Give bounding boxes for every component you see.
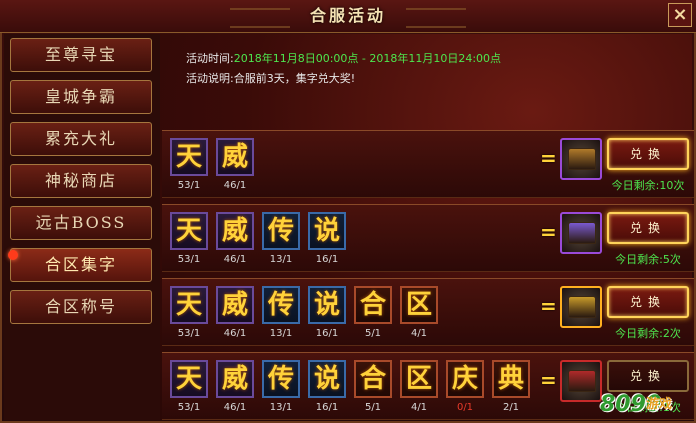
activity-description-value: 合服前3天，集字兑大奖! (233, 72, 356, 85)
sidebar-item-collect-characters[interactable]: 合区集字 (10, 248, 152, 282)
chest-icon (568, 148, 596, 170)
notification-dot-icon (8, 250, 18, 260)
equals-sign: = (540, 294, 557, 318)
equals-sign: = (540, 368, 557, 392)
character-count: 5/1 (364, 328, 382, 339)
exchange-button[interactable]: 兑换 (607, 360, 689, 392)
character-tile: 传 (262, 360, 300, 398)
sidebar-item-server-title[interactable]: 合区称号 (10, 290, 152, 324)
character-count: 4/1 (410, 402, 428, 413)
close-icon: × (672, 4, 688, 25)
remaining-count: 今日剩余:5次 (615, 253, 681, 266)
character-count: 13/1 (269, 402, 293, 413)
character-tile: 天 (170, 360, 208, 398)
sidebar-item-ancient-boss[interactable]: 远古BOSS (10, 206, 152, 240)
equals-sign: = (540, 146, 557, 170)
activity-time: 活动时间:2018年11月8日00:00点 - 2018年11月10日24:00… (186, 50, 501, 66)
character-tile: 威 (216, 138, 254, 176)
character-count: 46/1 (223, 402, 247, 413)
window-title: 合服活动 (309, 6, 386, 25)
remaining-count: 今日剩余:10次 (611, 179, 685, 192)
character-count: 46/1 (223, 254, 247, 265)
character-count: 53/1 (177, 254, 201, 265)
reward-chest-icon[interactable] (560, 360, 602, 402)
sidebar-item-royal-battle[interactable]: 皇城争霸 (10, 80, 152, 114)
character-count: 0/1 (456, 402, 474, 413)
character-tile: 传 (262, 212, 300, 250)
character-tile: 说 (308, 360, 346, 398)
character-tile: 典 (492, 360, 530, 398)
character-count: 16/1 (315, 328, 339, 339)
character-count: 46/1 (223, 328, 247, 339)
remaining-count: 今日剩余:2次 (615, 327, 681, 340)
character-count: 53/1 (177, 328, 201, 339)
activity-time-value: 2018年11月8日00:00点 - 2018年11月10日24:00点 (233, 52, 502, 65)
activity-time-label: 活动时间: (186, 52, 234, 65)
character-tile: 说 (308, 286, 346, 324)
character-count: 53/1 (177, 180, 201, 191)
character-count: 4/1 (410, 328, 428, 339)
character-count: 2/1 (502, 402, 520, 413)
activity-description: 活动说明:合服前3天，集字兑大奖! (186, 70, 355, 86)
character-count: 5/1 (364, 402, 382, 413)
chest-icon (568, 222, 596, 244)
equals-sign: = (540, 220, 557, 244)
reward-chest-icon[interactable] (560, 138, 602, 180)
character-count: 13/1 (269, 328, 293, 339)
sidebar-item-recharge-gift[interactable]: 累充大礼 (10, 122, 152, 156)
chest-icon (568, 370, 596, 392)
character-tile: 威 (216, 212, 254, 250)
character-count: 53/1 (177, 402, 201, 413)
character-tile: 传 (262, 286, 300, 324)
exchange-button[interactable]: 兑换 (607, 138, 689, 170)
sidebar-item-mystery-shop[interactable]: 神秘商店 (10, 164, 152, 198)
character-tile: 天 (170, 286, 208, 324)
reward-chest-icon[interactable] (560, 286, 602, 328)
reward-chest-icon[interactable] (560, 212, 602, 254)
chest-icon (568, 296, 596, 318)
watermark-text: 游戏 (646, 397, 673, 412)
character-tile: 合 (354, 286, 392, 324)
activity-description-label: 活动说明: (186, 72, 234, 85)
character-count: 16/1 (315, 402, 339, 413)
character-tile: 庆 (446, 360, 484, 398)
character-tile: 区 (400, 286, 438, 324)
character-count: 46/1 (223, 180, 247, 191)
character-tile: 天 (170, 212, 208, 250)
character-tile: 天 (170, 138, 208, 176)
sidebar-item-supreme-treasure[interactable]: 至尊寻宝 (10, 38, 152, 72)
character-count: 16/1 (315, 254, 339, 265)
close-button[interactable]: × (668, 3, 692, 27)
character-tile: 说 (308, 212, 346, 250)
character-count: 13/1 (269, 254, 293, 265)
exchange-button[interactable]: 兑换 (607, 212, 689, 244)
character-tile: 合 (354, 360, 392, 398)
exchange-button[interactable]: 兑换 (607, 286, 689, 318)
character-tile: 区 (400, 360, 438, 398)
character-tile: 威 (216, 360, 254, 398)
character-tile: 威 (216, 286, 254, 324)
